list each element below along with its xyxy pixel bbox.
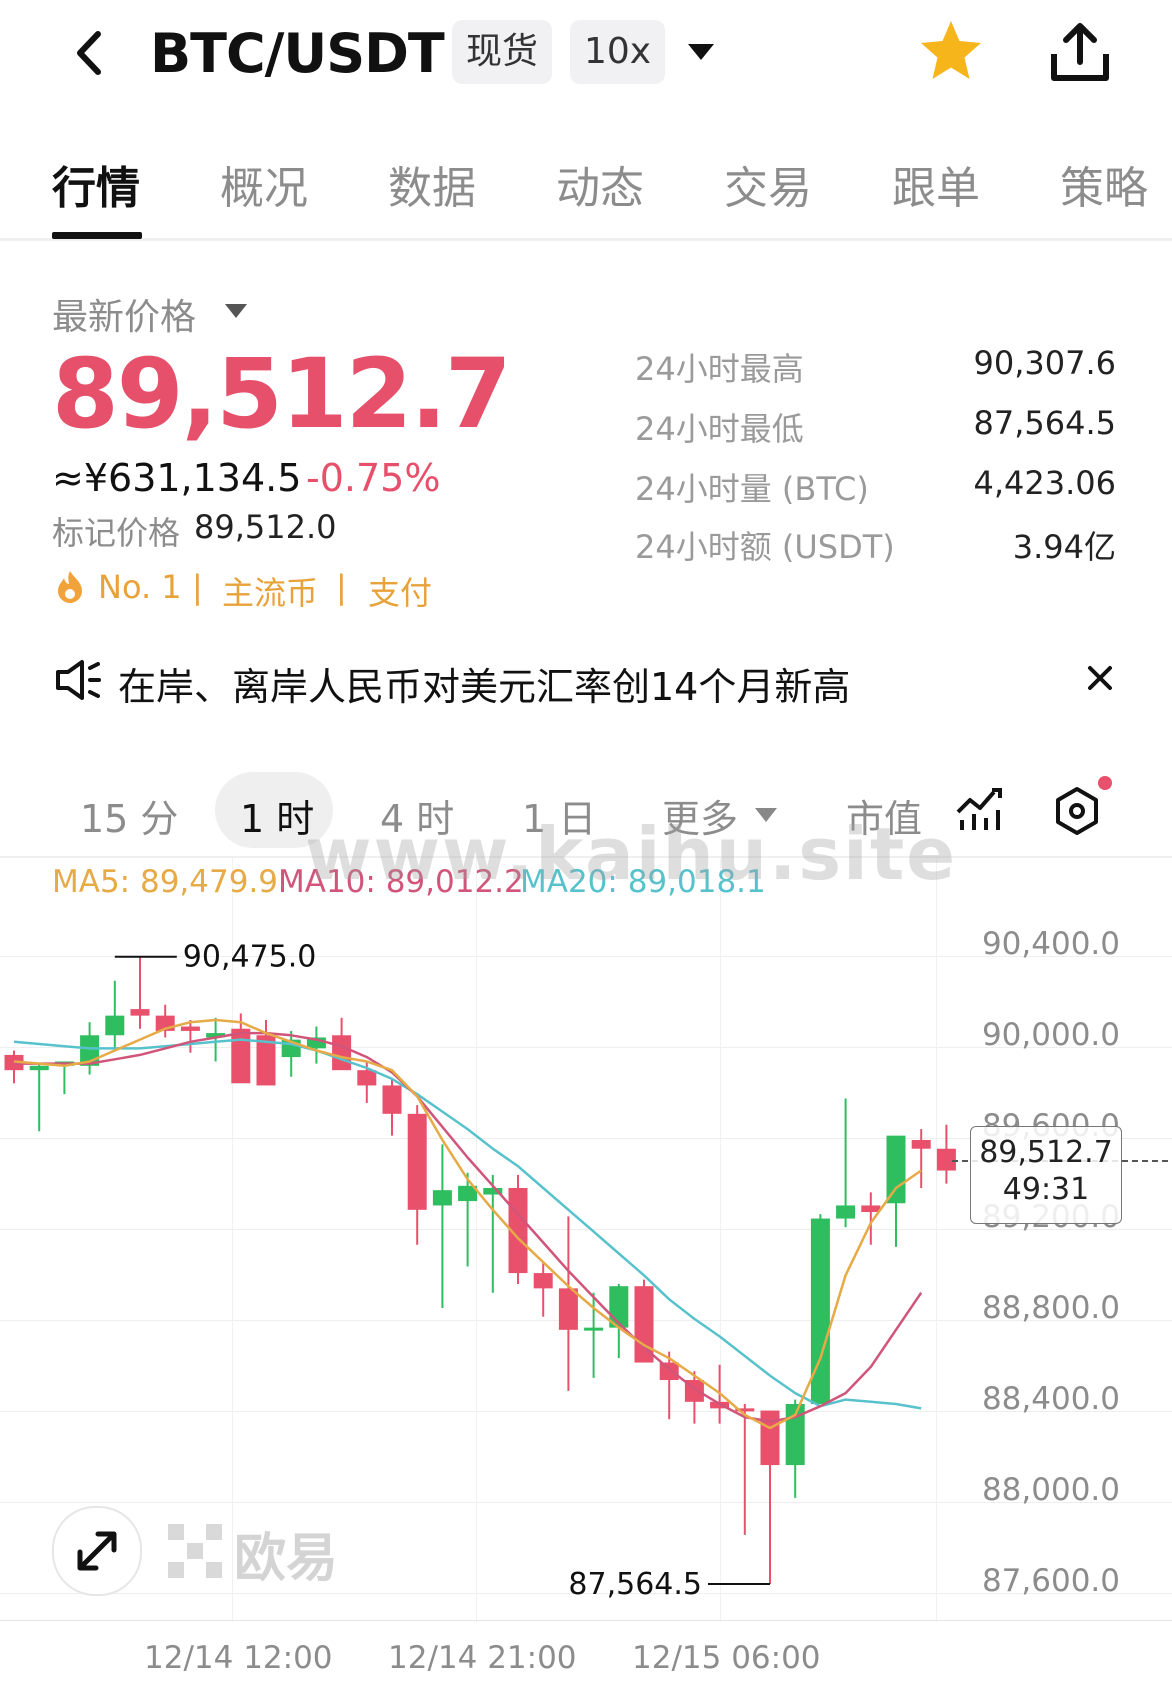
candle-body bbox=[105, 1015, 125, 1036]
candlestick-chart[interactable]: 90,475.0 87,564.5 bbox=[0, 900, 960, 1620]
price-label-dropdown-icon[interactable] bbox=[224, 302, 248, 320]
stat-label-high: 24小时最高 bbox=[635, 350, 804, 388]
candle-body bbox=[634, 1286, 654, 1363]
tab-news[interactable]: 动态 bbox=[556, 152, 644, 216]
tag-payment[interactable]: 支付 bbox=[368, 568, 432, 614]
tab-trade[interactable]: 交易 bbox=[724, 152, 812, 216]
settings-icon[interactable] bbox=[1052, 786, 1102, 836]
candle-body bbox=[29, 1065, 49, 1071]
tab-divider bbox=[0, 238, 1172, 241]
candle-body bbox=[407, 1113, 427, 1210]
tag-separator: | bbox=[336, 568, 347, 606]
timeframe-15m[interactable]: 15 分 bbox=[80, 788, 178, 843]
expand-icon bbox=[77, 1531, 117, 1571]
candle-body bbox=[659, 1362, 679, 1380]
watermark-text: www.kaihu.site bbox=[305, 812, 958, 896]
y-tick-label: 87,600.0 bbox=[981, 1563, 1120, 1599]
candle-body bbox=[357, 1070, 377, 1086]
candle-body bbox=[130, 1009, 150, 1016]
candle-body bbox=[836, 1205, 856, 1219]
notification-dot bbox=[1098, 776, 1112, 790]
mark-price-label: 标记价格 bbox=[52, 514, 181, 552]
y-tick-label: 88,000.0 bbox=[981, 1472, 1120, 1508]
candle-body bbox=[886, 1135, 906, 1204]
speaker-icon bbox=[54, 658, 102, 702]
cny-price: ≈¥631,134.5 bbox=[52, 456, 302, 500]
x-tick-label: 12/14 21:00 bbox=[388, 1640, 577, 1676]
x-tick-label: 12/14 12:00 bbox=[144, 1640, 333, 1676]
x-tick-label: 12/15 06:00 bbox=[632, 1640, 821, 1676]
dropdown-icon[interactable] bbox=[686, 40, 716, 64]
timeframe-1h[interactable]: 1 时 bbox=[240, 788, 314, 843]
candle-body bbox=[332, 1035, 352, 1071]
close-icon[interactable] bbox=[1086, 664, 1114, 692]
candle-body bbox=[231, 1028, 251, 1084]
stat-value-volume: 4,423.06 bbox=[973, 464, 1117, 502]
y-tick-label: 90,400.0 bbox=[981, 926, 1120, 962]
leverage-chip[interactable]: 10x bbox=[570, 20, 666, 84]
ma5-legend: MA5: 89,479.9 bbox=[52, 864, 279, 900]
candle-body bbox=[558, 1288, 578, 1330]
tab-data[interactable]: 数据 bbox=[388, 152, 476, 216]
tab-copy[interactable]: 跟单 bbox=[892, 152, 980, 216]
stat-label-low: 24小时最低 bbox=[635, 410, 804, 448]
expand-button[interactable] bbox=[52, 1506, 142, 1596]
last-price: 89,512.7 bbox=[52, 338, 512, 450]
candle-body bbox=[760, 1410, 780, 1466]
tab-underline bbox=[52, 232, 142, 239]
stat-value-low: 87,564.5 bbox=[973, 404, 1117, 442]
announcement-text[interactable]: 在岸、离岸人民币对美元汇率创14个月新高 bbox=[118, 656, 850, 711]
stat-value-high: 90,307.6 bbox=[973, 344, 1117, 382]
candle-body bbox=[382, 1085, 402, 1114]
pair-title[interactable]: BTC/USDT bbox=[150, 22, 445, 85]
back-icon[interactable] bbox=[66, 28, 116, 78]
mark-price-value: 89,512.0 bbox=[194, 508, 337, 546]
candle-body bbox=[584, 1327, 604, 1331]
candle-body bbox=[861, 1205, 881, 1212]
last-price-tag[interactable]: 89,512.7 49:31 bbox=[970, 1126, 1122, 1224]
share-icon[interactable] bbox=[1048, 20, 1112, 84]
candle-body bbox=[911, 1140, 931, 1149]
stat-label-amount: 24小时额 (USDT) bbox=[635, 528, 895, 566]
indicator-icon[interactable] bbox=[956, 786, 1004, 832]
fire-icon bbox=[56, 570, 84, 604]
okx-logo-text: 欧易 bbox=[234, 1529, 339, 1589]
y-tick-label: 88,400.0 bbox=[981, 1381, 1120, 1417]
countdown: 49:31 bbox=[1002, 1172, 1090, 1207]
y-tick-label: 88,800.0 bbox=[981, 1290, 1120, 1326]
candle-body bbox=[432, 1190, 452, 1206]
spot-chip[interactable]: 现货 bbox=[452, 20, 553, 84]
candle-body bbox=[180, 1026, 200, 1031]
tag-mainstream[interactable]: 主流币 bbox=[222, 568, 318, 614]
okx-logo-icon bbox=[168, 1524, 222, 1578]
price-change: -0.75% bbox=[306, 456, 441, 500]
stat-value-amount: 3.94亿 bbox=[1012, 528, 1116, 566]
tab-overview[interactable]: 概况 bbox=[220, 152, 308, 216]
latest-price-label[interactable]: 最新价格 bbox=[52, 288, 196, 340]
x-axis-line bbox=[0, 1620, 1172, 1621]
stat-label-volume: 24小时量 (BTC) bbox=[635, 470, 869, 508]
tag-separator: | bbox=[192, 568, 203, 606]
star-icon[interactable] bbox=[918, 18, 984, 84]
high-annotation-label: 90,475.0 bbox=[183, 940, 317, 975]
tab-strategy[interactable]: 策略 bbox=[1060, 152, 1148, 216]
rank-tag[interactable]: No. 1 bbox=[98, 568, 182, 606]
tab-market[interactable]: 行情 bbox=[52, 152, 140, 216]
y-tick-label: 90,000.0 bbox=[981, 1017, 1120, 1053]
low-annotation-label: 87,564.5 bbox=[568, 1567, 702, 1602]
candle-body bbox=[533, 1273, 553, 1289]
last-price-tag-value: 89,512.7 bbox=[979, 1135, 1113, 1170]
